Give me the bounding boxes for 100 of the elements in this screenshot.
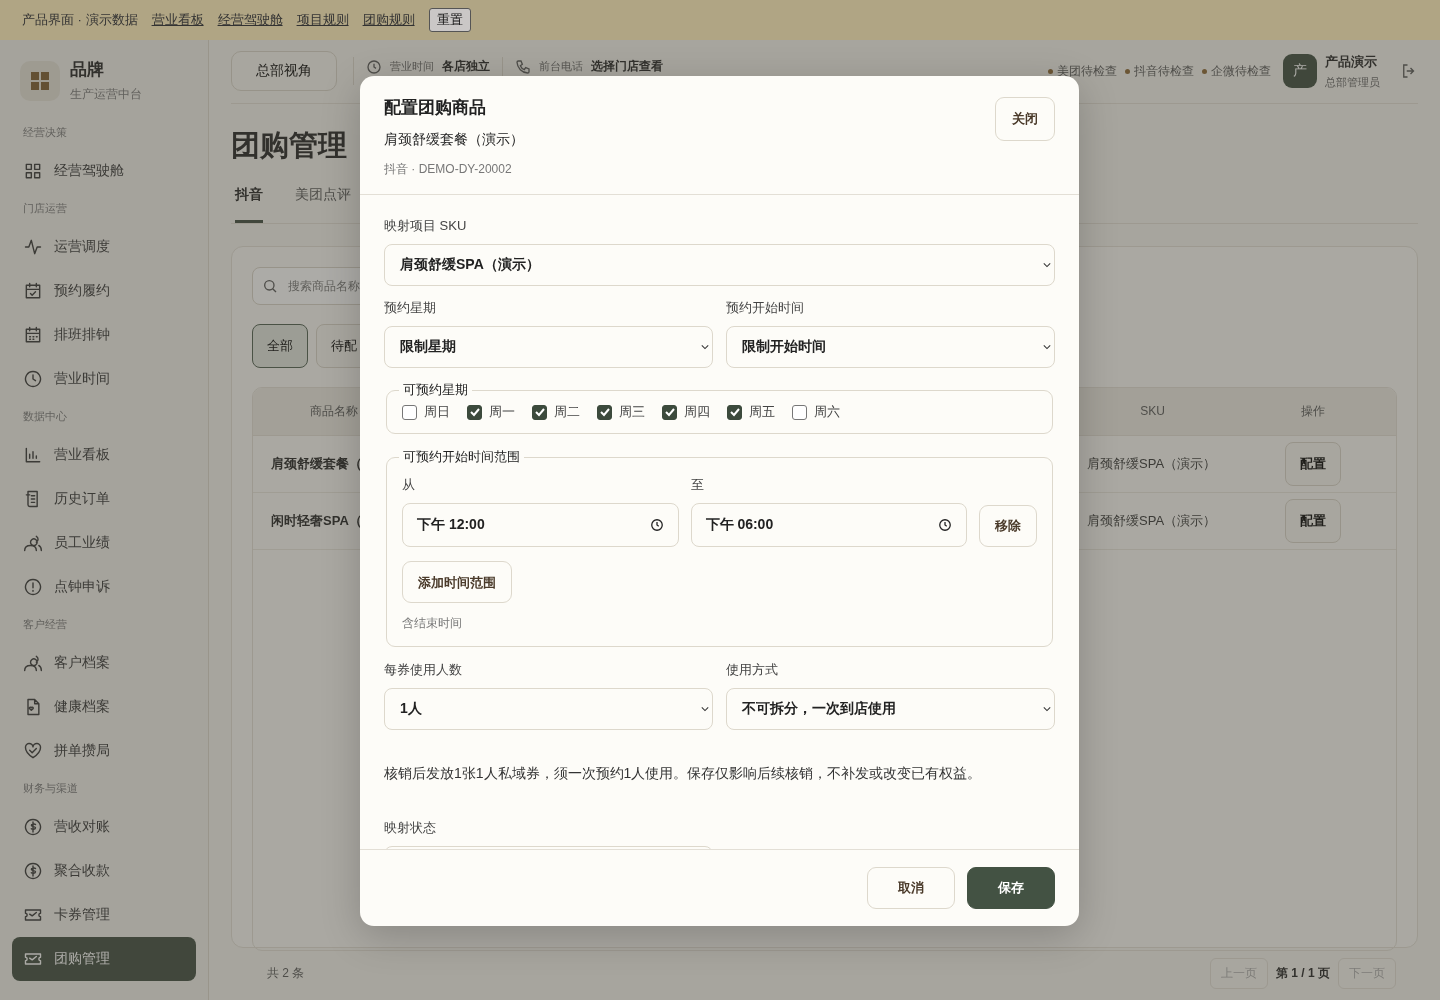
section-title: 数据中心 <box>22 409 68 424</box>
banner-link[interactable]: 项目规则 <box>296 11 349 29</box>
checkbox-label: 周日 <box>424 403 450 421</box>
sidebar-item[interactable]: 预约履约 <box>12 269 196 313</box>
clock-icon <box>938 518 952 532</box>
clock-icon <box>23 369 43 389</box>
sidebar-item[interactable]: 营收对账 <box>12 805 196 849</box>
group-legend: 可预约开始时间范围 <box>399 448 524 466</box>
status-dot <box>1125 68 1130 74</box>
checkbox[interactable] <box>727 404 742 420</box>
grid-icon <box>23 161 43 181</box>
checkbox[interactable] <box>532 404 547 420</box>
start-time-select[interactable]: 限制开始时间 <box>726 326 1055 368</box>
field-label: 从 <box>402 476 416 494</box>
checkbox[interactable] <box>402 404 417 420</box>
close-button[interactable]: 关闭 <box>995 97 1055 141</box>
sidebar-item[interactable]: 点钟申诉 <box>12 565 196 609</box>
note-text: 核销后发放1张1人私域券，须一次预约1人使用。保存仅影响后续核销，不补发或改变已有权益。 <box>384 765 983 783</box>
banner-link[interactable]: 营业看板 <box>151 11 204 29</box>
reset-button[interactable]: 重置 <box>428 8 471 32</box>
section-title: 客户经营 <box>22 617 68 632</box>
save-button[interactable]: 保存 <box>967 867 1055 909</box>
chevron-down-icon <box>701 344 709 350</box>
sidebar-item[interactable]: 聚合收款 <box>12 849 196 893</box>
sidebar-item[interactable]: 历史订单 <box>12 477 196 521</box>
calendar-icon <box>23 325 43 345</box>
field-label: 每券使用人数 <box>384 661 463 679</box>
sidebar-item[interactable]: 排班排钟 <box>12 313 196 357</box>
modal-title: 配置团购商品 <box>384 97 487 119</box>
checkbox[interactable] <box>467 404 482 420</box>
view-button[interactable]: 总部视角 <box>231 51 337 92</box>
sidebar-item[interactable]: 员工业绩 <box>12 521 196 565</box>
heart-icon <box>23 741 43 761</box>
search-icon <box>262 277 278 294</box>
cancel-button[interactable]: 取消 <box>867 867 955 909</box>
users-icon <box>23 533 43 553</box>
people-select[interactable]: 1人 <box>384 688 713 730</box>
checkbox[interactable] <box>597 404 612 420</box>
sidebar-item[interactable]: 运营调度 <box>12 225 196 269</box>
section-title: 门店运营 <box>22 201 68 216</box>
bar-chart-icon <box>23 445 43 465</box>
checkbox[interactable] <box>662 404 677 420</box>
user-avatar: 产 <box>1283 54 1317 89</box>
checkbox[interactable] <box>792 404 807 420</box>
sidebar-item[interactable]: 卡券管理 <box>12 893 196 937</box>
configure-button[interactable]: 配置 <box>1285 498 1341 543</box>
weekday-select[interactable]: 限制星期 <box>384 326 713 368</box>
field-label: 映射项目 SKU <box>384 217 468 235</box>
field-label: 映射状态 <box>384 819 437 837</box>
chevron-down-icon <box>701 706 709 712</box>
channel-tab[interactable]: 抖音 <box>235 185 263 223</box>
group-legend: 可预约星期 <box>399 381 472 399</box>
dollar-icon <box>23 817 43 837</box>
sidebar-item[interactable]: 团购管理 <box>12 937 196 981</box>
usage-select[interactable]: 不可拆分，一次到店使用 <box>726 688 1055 730</box>
hours-label: 营业时间 <box>390 59 434 75</box>
logo-icon <box>20 60 60 101</box>
chevron-down-icon <box>1043 706 1051 712</box>
check-status: 抖音待检查 <box>1134 62 1194 80</box>
column-header: 操作 <box>1300 402 1326 420</box>
dollar-icon <box>23 861 43 881</box>
hint-text: 含结束时间 <box>402 615 463 632</box>
channel-tab[interactable]: 美团点评 <box>295 185 351 223</box>
sidebar-item[interactable]: 健康档案 <box>12 685 196 729</box>
product-name-cell-text: 肩颈舒缓套餐（ <box>270 454 362 473</box>
hours-value: 各店独立 <box>442 58 490 76</box>
sku-select[interactable]: 肩颈舒缓SPA（演示） <box>384 244 1055 286</box>
check-status: 企微待检查 <box>1211 62 1271 80</box>
section-title: 经营决策 <box>22 125 68 140</box>
sidebar-item[interactable]: 客户档案 <box>12 641 196 685</box>
sidebar-item[interactable]: 营业看板 <box>12 433 196 477</box>
column-header: 商品名称 <box>309 402 358 420</box>
pulse-icon <box>23 237 43 257</box>
sidebar-item[interactable]: 经营驾驶舱 <box>12 149 196 193</box>
clock-icon <box>649 518 664 532</box>
remove-button[interactable]: 移除 <box>979 505 1037 547</box>
page-indicator: 第 1 / 1 页 <box>1275 965 1330 983</box>
sku-cell-text: 肩颈舒缓SPA（演示） <box>1086 454 1217 473</box>
chevron-down-icon <box>1043 262 1051 268</box>
sidebar-item[interactable]: 拼单攒局 <box>12 729 196 773</box>
check-status: 美团待检查 <box>1057 62 1117 80</box>
time-field[interactable]: 下午 12:00 <box>402 503 679 547</box>
banner-link[interactable]: 团购规则 <box>362 11 415 29</box>
phone-label: 前台电话 <box>539 59 583 75</box>
add-range-button[interactable]: 添加时间范围 <box>402 561 512 603</box>
phone-value: 选择门店查看 <box>591 58 663 76</box>
configure-button[interactable]: 配置 <box>1285 441 1341 486</box>
calendar-check-icon <box>23 281 43 301</box>
checkbox-label: 周三 <box>619 403 645 421</box>
checkbox-label: 周六 <box>814 403 840 421</box>
user-role: 总部管理员 <box>1325 74 1380 90</box>
banner-link[interactable]: 经营驾驶舱 <box>217 11 283 29</box>
status-dot <box>1202 68 1207 74</box>
filter-chip[interactable]: 全部 <box>252 323 308 368</box>
product-name-cell-text: 闲时轻奢SPA（ <box>270 511 362 530</box>
modal-subtitle: 肩颈舒缓套餐（演示） <box>384 131 524 149</box>
sidebar-item[interactable]: 营业时间 <box>12 357 196 401</box>
checkbox-label: 周一 <box>489 403 515 421</box>
chevron-down-icon <box>1043 344 1051 350</box>
time-field[interactable]: 下午 06:00 <box>690 503 967 547</box>
